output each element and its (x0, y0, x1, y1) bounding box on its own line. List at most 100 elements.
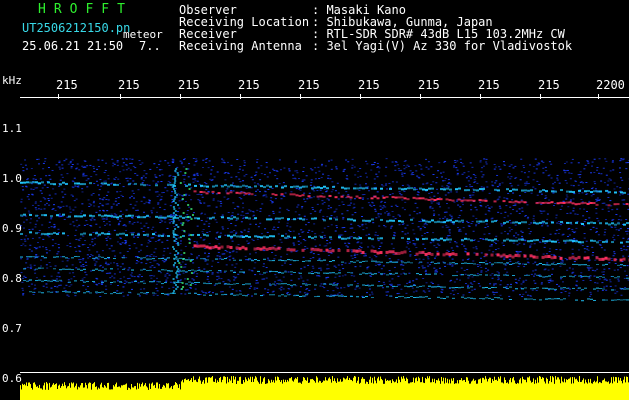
spectrogram-pixel (620, 288, 623, 290)
spectrogram-pixel (131, 217, 134, 219)
spectrogram-pixel (593, 275, 596, 277)
spectrogram-pixel (474, 175, 477, 177)
spectrogram-pixel (50, 280, 53, 282)
spectrogram-pixel (256, 238, 259, 240)
spectrogram-pixel (271, 168, 274, 170)
spectrogram-pixel (136, 236, 139, 238)
spectrogram-pixel (92, 269, 95, 271)
spectrogram-pixel (77, 245, 80, 247)
spectrogram-pixel (188, 240, 191, 242)
spectrogram-pixel (499, 294, 502, 296)
spectrogram-pixel (80, 183, 83, 186)
spectrogram-pixel (593, 288, 596, 290)
spectrum-column (260, 376, 261, 400)
spectrogram-pixel (156, 166, 159, 168)
spectrogram-pixel (201, 231, 204, 233)
spectrum-column (188, 379, 189, 400)
spectrogram-pixel (72, 272, 75, 274)
spectrogram-pixel (239, 290, 242, 292)
spectrogram-pixel (371, 297, 374, 299)
spectrogram-pixel (446, 238, 449, 241)
spectrogram-pixel (314, 245, 317, 247)
spectrogram-pixel (396, 164, 399, 166)
spectrogram-pixel (113, 262, 116, 264)
spectrogram-pixel (254, 252, 257, 254)
spectrogram-pixel (581, 241, 584, 244)
spectrogram-pixel (226, 227, 229, 229)
spectrogram-pixel (411, 287, 414, 289)
x-tick-label: 215 (538, 78, 560, 92)
spectrum-column (501, 382, 502, 400)
spectrum-column (183, 382, 184, 400)
spectrogram-pixel (174, 170, 177, 172)
spectrogram-pixel (462, 165, 465, 167)
spectrogram-pixel (575, 284, 578, 286)
spectrogram-pixel (194, 180, 197, 182)
spectrogram-pixel (510, 164, 513, 166)
spectrogram-pixel (524, 221, 527, 224)
spectrogram-pixel (230, 293, 233, 295)
spectrogram-pixel (260, 165, 263, 167)
spectrogram-pixel (391, 181, 394, 183)
spectrum-column (61, 386, 62, 400)
spectrogram-pixel (137, 282, 140, 284)
spectrum-column (34, 382, 35, 400)
spectrogram-pixel (556, 202, 560, 205)
spectrogram-pixel (230, 176, 233, 178)
spectrogram-pixel (172, 278, 175, 280)
spectrogram-pixel (371, 260, 374, 262)
spectrogram-pixel (101, 215, 104, 218)
spectrogram-pixel (482, 174, 485, 176)
spectrogram-pixel (206, 185, 209, 188)
spectrogram-pixel (609, 281, 612, 283)
spectrogram-pixel (362, 197, 365, 199)
spectrogram-pixel (34, 187, 37, 189)
spectrogram-pixel (323, 219, 326, 222)
spectrogram-pixel (367, 246, 370, 248)
x-tick-label: 2200 (596, 78, 625, 92)
spectrogram-pixel (496, 174, 499, 176)
spectrogram-pixel (216, 171, 219, 173)
spectrogram-pixel (198, 193, 201, 195)
spectrum-column (460, 380, 461, 400)
spectrogram-pixel (506, 198, 509, 200)
spectrogram-pixel (190, 199, 193, 201)
spectrum-column (60, 387, 61, 400)
spectrogram-pixel (413, 284, 416, 286)
spectrogram-pixel (595, 198, 598, 200)
spectrogram-pixel (217, 200, 220, 202)
spectrogram-pixel (497, 262, 500, 264)
spectrogram-pixel (407, 187, 410, 190)
spectrogram-pixel (242, 284, 245, 286)
spectrogram-pixel (355, 195, 359, 198)
spectrum-column (220, 376, 221, 400)
spectrogram-pixel (128, 183, 131, 186)
spectrum-column (191, 378, 192, 400)
spectrogram-pixel (323, 185, 326, 188)
spectrogram-pixel (615, 214, 618, 216)
spectrogram-pixel (74, 185, 77, 187)
spectrogram-pixel (177, 268, 180, 270)
spectrogram-pixel (121, 158, 124, 160)
spectrogram-pixel (184, 289, 187, 291)
spectrogram-pixel (295, 285, 298, 287)
spectrogram-pixel (82, 175, 85, 177)
spectrogram-pixel (380, 242, 383, 244)
spectrogram-pixel (196, 243, 199, 245)
spectrogram-pixel (417, 226, 420, 228)
spectrogram-pixel (391, 193, 394, 195)
spectrogram-pixel (556, 177, 559, 179)
spectrogram-pixel (231, 251, 234, 253)
spectrogram-pixel (81, 244, 84, 246)
spectrogram-pixel (359, 265, 362, 267)
spectrogram-pixel (71, 257, 74, 259)
spectrum-column (147, 387, 148, 400)
spectrogram-pixel (32, 178, 35, 180)
spectrogram-pixel (27, 198, 30, 200)
spectrogram-pixel (125, 164, 128, 166)
spectrogram-pixel (401, 237, 404, 240)
x-tick-label: 215 (118, 78, 140, 92)
spectrogram-pixel (598, 158, 601, 160)
spectrogram-pixel (257, 270, 260, 272)
spectrogram-pixel (20, 198, 23, 200)
